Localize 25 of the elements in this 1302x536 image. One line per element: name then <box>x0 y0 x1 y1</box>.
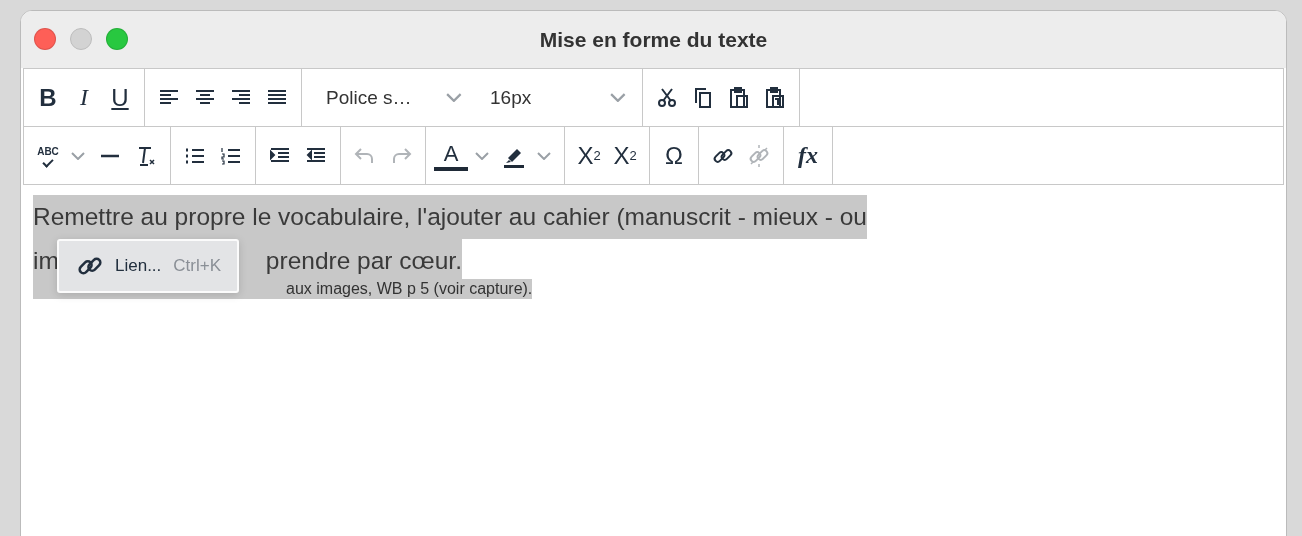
dropdown-select[interactable]: 16px <box>474 86 634 109</box>
italic-button[interactable]: I <box>68 79 100 116</box>
clipboard-icon <box>727 85 751 110</box>
char-button[interactable]: Ω <box>658 137 690 174</box>
spellcheck-button[interactable]: ABC <box>32 137 64 174</box>
close-button[interactable] <box>34 28 56 50</box>
underline-button[interactable]: U <box>104 79 136 116</box>
menu-item[interactable]: Lien... Ctrl+K <box>63 247 234 285</box>
unlink-icon <box>747 143 771 168</box>
caret-icon <box>71 151 87 160</box>
caret-icon <box>610 93 628 102</box>
bold-button[interactable]: B <box>32 79 64 116</box>
text-color-button[interactable]: A <box>434 140 468 171</box>
dropdown-select[interactable]: Police s… <box>310 86 470 109</box>
script-button[interactable]: X$^{2}$ <box>609 137 641 174</box>
clipboard-text-icon <box>763 85 787 110</box>
window-title: Mise en forme du texte <box>539 27 768 52</box>
caret-icon <box>475 151 491 160</box>
selected-text: Remettre au propre le vocabulaire, l'ajouter au cahier (manuscrit - mieux - ou <box>33 195 867 239</box>
selected-text: aux images, WB p 5 (voir capture). <box>286 279 533 299</box>
formula-button[interactable]: fx <box>792 137 824 174</box>
caret-icon <box>446 93 464 102</box>
horizontal-line-icon <box>98 153 122 158</box>
text-editor[interactable]: Remettre au propre le vocabulaire, l'ajouter au cahier (manuscrit - mieux - ou im prendre par cœur. aux images, WB p 5 (voir capture). Lien... Ctrl+K <box>21 185 1286 309</box>
caret-icon <box>537 151 553 160</box>
